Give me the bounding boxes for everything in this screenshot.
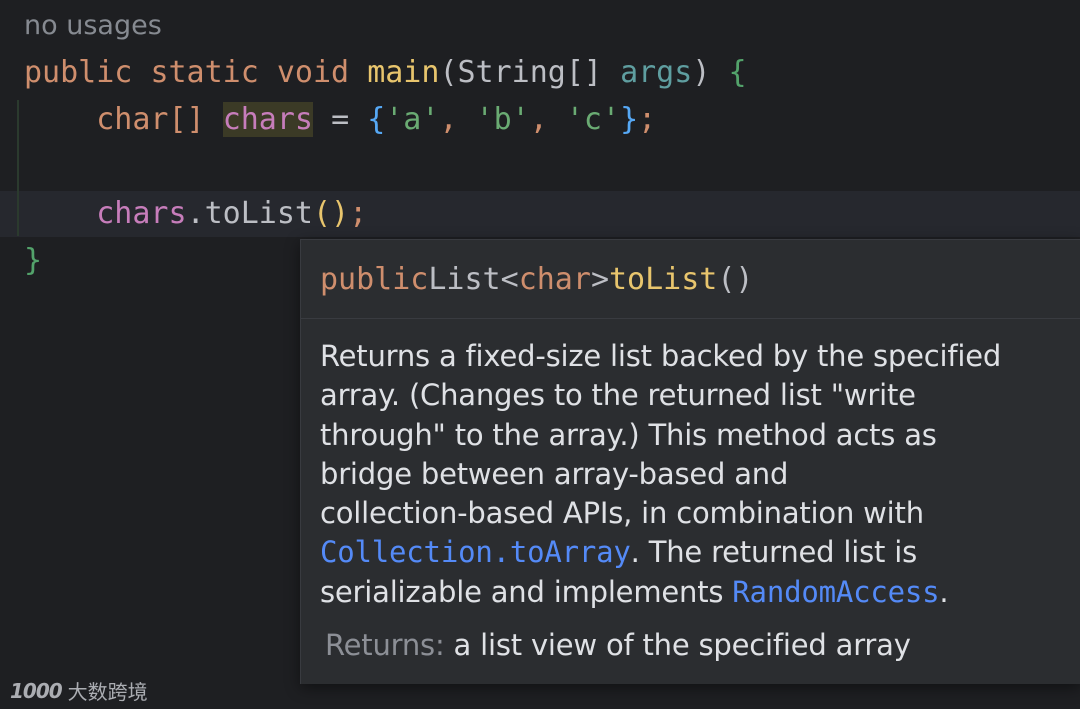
returns-text: a list view of the specified array [453,628,911,663]
call-parens: () [313,196,350,231]
sig-generic-type: char [518,261,591,297]
desc-text: serializable and implements [320,574,733,609]
keyword-public: public [24,55,133,90]
desc-text: . [939,574,949,609]
quick-documentation-popup[interactable]: public List< char > toList() Returns a fix… [300,239,1080,684]
returns-section: Returns: a list view of the specified ar… [320,626,1062,665]
desc-text: . The returned list is [630,535,918,570]
variable-chars-highlighted[interactable]: chars [222,102,313,137]
array-brace-close: } [620,102,639,137]
sig-return-type: List< [428,261,519,297]
dot-operator: . [186,196,205,231]
method-name-main[interactable]: main [367,55,439,90]
variable-chars[interactable]: chars [96,196,186,231]
sig-method-name: toList [609,261,718,297]
paren-open: ( [439,55,458,90]
returns-label: Returns: [325,628,445,663]
code-line-array-declaration[interactable]: char[] chars = {'a', 'b', 'c'}; [24,100,656,140]
array-brace-open: { [367,102,386,137]
watermark-text: 大数跨境 [67,680,148,704]
type-char-array: char[] [96,102,205,137]
method-brace-open: { [728,55,747,90]
keyword-static: static [150,55,259,90]
link-randomaccess[interactable]: RandomAccess [732,575,939,609]
code-line-close-brace[interactable]: } [24,241,42,281]
array-brackets: [] [565,55,602,90]
desc-line: serializable and implements RandomAccess… [320,573,1062,612]
desc-line: array. (Changes to the returned list "wr… [320,378,916,413]
desc-line: through" to the array.) This method acts… [320,417,937,452]
watermark: 1000 大数跨境 [10,676,148,705]
char-literal-a: 'a' [385,102,440,137]
semicolon: ; [638,102,657,137]
assign-operator: = [331,102,350,137]
param-args[interactable]: args [620,55,692,90]
watermark-logo: 1000 [10,678,63,703]
semicolon: ; [349,196,368,231]
desc-line: bridge between array-based and [320,456,789,491]
keyword-void: void [276,55,350,90]
code-line-tolist-call[interactable]: chars.toList(); [24,194,367,234]
popup-description: Returns a fixed-size list backed by the … [301,319,1080,665]
desc-line: Returns a fixed-size list backed by the … [320,339,1002,373]
method-brace-close: } [24,243,43,278]
indent-guide [17,100,19,236]
desc-line: Collection.toArray. The returned list is [320,533,1062,572]
code-line-method-signature[interactable]: public static void main(String[] args) { [24,53,747,93]
sig-keyword-public: public [320,261,429,297]
type-string[interactable]: String [458,55,566,90]
char-literal-c: 'c' [565,102,621,137]
char-literal-b: 'b' [475,102,530,137]
method-call-tolist[interactable]: toList [205,196,313,231]
usages-hint[interactable]: no usages [24,8,162,44]
paren-close: ) [692,55,711,90]
sig-generic-close: > [590,261,609,297]
link-collection-toarray[interactable]: Collection.toArray [320,535,631,569]
sig-parens: () [717,261,754,297]
desc-line: collection-based APIs, in combination wi… [320,496,924,531]
popup-signature: public List< char > toList() [301,240,1080,319]
